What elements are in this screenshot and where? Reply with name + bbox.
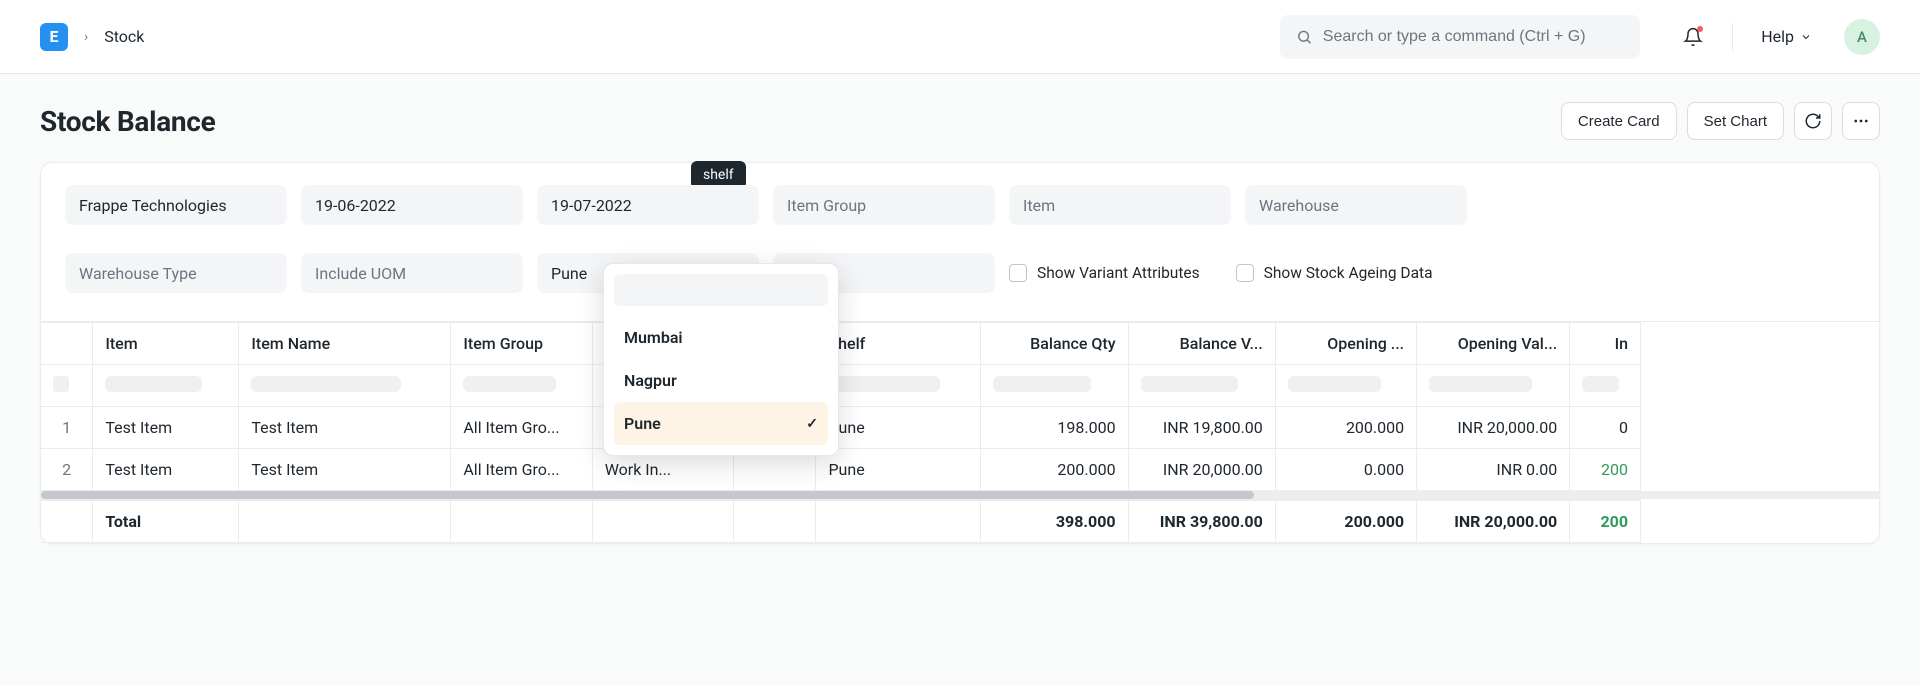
notification-dot bbox=[1697, 26, 1703, 32]
report-table: Item Item Name Item Group Warehouse Stoc… bbox=[41, 322, 1641, 491]
avatar[interactable]: A bbox=[1844, 19, 1880, 55]
report-total-table: Total 398.000 INR 39,800.00 200.000 INR … bbox=[41, 499, 1641, 543]
total-balance-qty: 398.000 bbox=[981, 500, 1128, 542]
cell-balance-value: INR 20,000.00 bbox=[1128, 449, 1275, 491]
cell-in: 200 bbox=[1570, 449, 1641, 491]
cell-item: Test Item bbox=[93, 449, 239, 491]
cell-balance-qty: 200.000 bbox=[981, 449, 1128, 491]
cell-item-name: Test Item bbox=[239, 407, 451, 449]
col-item[interactable]: Item bbox=[93, 323, 239, 365]
col-item-name[interactable]: Item Name bbox=[239, 323, 451, 365]
total-row: Total 398.000 INR 39,800.00 200.000 INR … bbox=[41, 500, 1641, 542]
scroll-thumb[interactable] bbox=[41, 491, 1254, 499]
cell-opening-value: INR 0.00 bbox=[1417, 449, 1570, 491]
cell-shelf: Pune bbox=[816, 407, 981, 449]
dropdown-item-label: Nagpur bbox=[624, 371, 677, 390]
col-idx[interactable] bbox=[41, 323, 93, 365]
chevron-right-icon: › bbox=[84, 29, 88, 45]
page-title: Stock Balance bbox=[40, 105, 215, 138]
filter-item-group[interactable]: Item Group bbox=[773, 185, 995, 225]
table-row[interactable]: 1 Test Item Test Item All Item Gro... St… bbox=[41, 407, 1641, 449]
cell-opening-value: INR 20,000.00 bbox=[1417, 407, 1570, 449]
dropdown-item-label: Mumbai bbox=[624, 328, 683, 347]
navbar: E › Stock Help A bbox=[0, 0, 1920, 74]
set-chart-button[interactable]: Set Chart bbox=[1687, 102, 1784, 140]
checkbox-label: Show Variant Attributes bbox=[1037, 264, 1200, 282]
total-opening-value: INR 20,000.00 bbox=[1417, 500, 1570, 542]
dropdown-item-label: Pune bbox=[624, 414, 661, 433]
horizontal-scrollbar[interactable] bbox=[41, 491, 1879, 499]
filter-warehouse-type[interactable]: Warehouse Type bbox=[65, 253, 287, 293]
checkbox-icon[interactable] bbox=[1236, 264, 1254, 282]
cell-item-group: All Item Gro... bbox=[451, 449, 592, 491]
dropdown-item-nagpur[interactable]: Nagpur bbox=[614, 359, 828, 402]
total-balance-value: INR 39,800.00 bbox=[1128, 500, 1275, 542]
col-item-group[interactable]: Item Group bbox=[451, 323, 592, 365]
cell-balance-qty: 198.000 bbox=[981, 407, 1128, 449]
cell-idx: 2 bbox=[41, 449, 93, 491]
col-opening-qty[interactable]: Opening ... bbox=[1275, 323, 1416, 365]
cell-item-name: Test Item bbox=[239, 449, 451, 491]
checkbox-show-ageing[interactable]: Show Stock Ageing Data bbox=[1236, 253, 1433, 293]
table-header-row: Item Item Name Item Group Warehouse Stoc… bbox=[41, 323, 1641, 365]
filter-item[interactable]: Item bbox=[1009, 185, 1231, 225]
create-card-button[interactable]: Create Card bbox=[1561, 102, 1677, 140]
cell-opening-qty: 0.000 bbox=[1275, 449, 1416, 491]
navbar-search[interactable] bbox=[1280, 15, 1640, 59]
checkbox-icon[interactable] bbox=[1009, 264, 1027, 282]
cell-in: 0 bbox=[1570, 407, 1641, 449]
notification-button[interactable] bbox=[1682, 26, 1704, 48]
page-head: Stock Balance Create Card Set Chart bbox=[0, 74, 1920, 162]
dropdown-search[interactable] bbox=[614, 274, 828, 306]
total-in: 200 bbox=[1570, 500, 1641, 542]
filter-bar: shelf Frappe Technologies 19-06-2022 19-… bbox=[41, 163, 1879, 321]
total-opening-qty: 200.000 bbox=[1275, 500, 1416, 542]
cell-item: Test Item bbox=[93, 407, 239, 449]
col-shelf[interactable]: Shelf bbox=[816, 323, 981, 365]
cell-idx: 1 bbox=[41, 407, 93, 449]
table-row[interactable]: 2 Test Item Test Item All Item Gro... Wo… bbox=[41, 449, 1641, 491]
cell-balance-value: INR 19,800.00 bbox=[1128, 407, 1275, 449]
refresh-button[interactable] bbox=[1794, 102, 1832, 140]
filter-from-date[interactable]: 19-06-2022 bbox=[301, 185, 523, 225]
filter-to-date[interactable]: 19-07-2022 bbox=[537, 185, 759, 225]
breadcrumb-stock[interactable]: Stock bbox=[104, 27, 144, 46]
col-opening-value[interactable]: Opening Val... bbox=[1417, 323, 1570, 365]
chevron-down-icon bbox=[1800, 31, 1812, 43]
filter-warehouse[interactable]: Warehouse bbox=[1245, 185, 1467, 225]
search-icon bbox=[1296, 28, 1313, 46]
col-balance-qty[interactable]: Balance Qty bbox=[981, 323, 1128, 365]
search-input[interactable] bbox=[1323, 28, 1624, 46]
help-menu[interactable]: Help bbox=[1761, 27, 1812, 46]
filter-company[interactable]: Frappe Technologies bbox=[65, 185, 287, 225]
dropdown-item-mumbai[interactable]: Mumbai bbox=[614, 316, 828, 359]
table-filter-row bbox=[41, 365, 1641, 407]
filter-include-uom[interactable]: Include UOM bbox=[301, 253, 523, 293]
menu-button[interactable] bbox=[1842, 102, 1880, 140]
help-label: Help bbox=[1761, 27, 1794, 46]
total-label: Total bbox=[93, 500, 239, 542]
app-logo[interactable]: E bbox=[40, 23, 68, 51]
report-card: shelf Frappe Technologies 19-06-2022 19-… bbox=[40, 162, 1880, 544]
report-table-wrap: Item Item Name Item Group Warehouse Stoc… bbox=[41, 321, 1879, 543]
shelf-dropdown: Mumbai Nagpur Pune ✓ bbox=[603, 263, 839, 456]
cell-opening-qty: 200.000 bbox=[1275, 407, 1416, 449]
check-icon: ✓ bbox=[806, 416, 818, 432]
cell-item-group: All Item Gro... bbox=[451, 407, 592, 449]
col-in[interactable]: In bbox=[1570, 323, 1641, 365]
checkbox-show-variant[interactable]: Show Variant Attributes bbox=[1009, 253, 1200, 293]
menu-dots-icon bbox=[1852, 112, 1870, 130]
checkbox-label: Show Stock Ageing Data bbox=[1264, 264, 1433, 282]
refresh-icon bbox=[1804, 112, 1822, 130]
dropdown-item-pune[interactable]: Pune ✓ bbox=[614, 402, 828, 445]
col-balance-value[interactable]: Balance V... bbox=[1128, 323, 1275, 365]
cell-shelf: Pune bbox=[816, 449, 981, 491]
nav-separator bbox=[1732, 23, 1733, 51]
